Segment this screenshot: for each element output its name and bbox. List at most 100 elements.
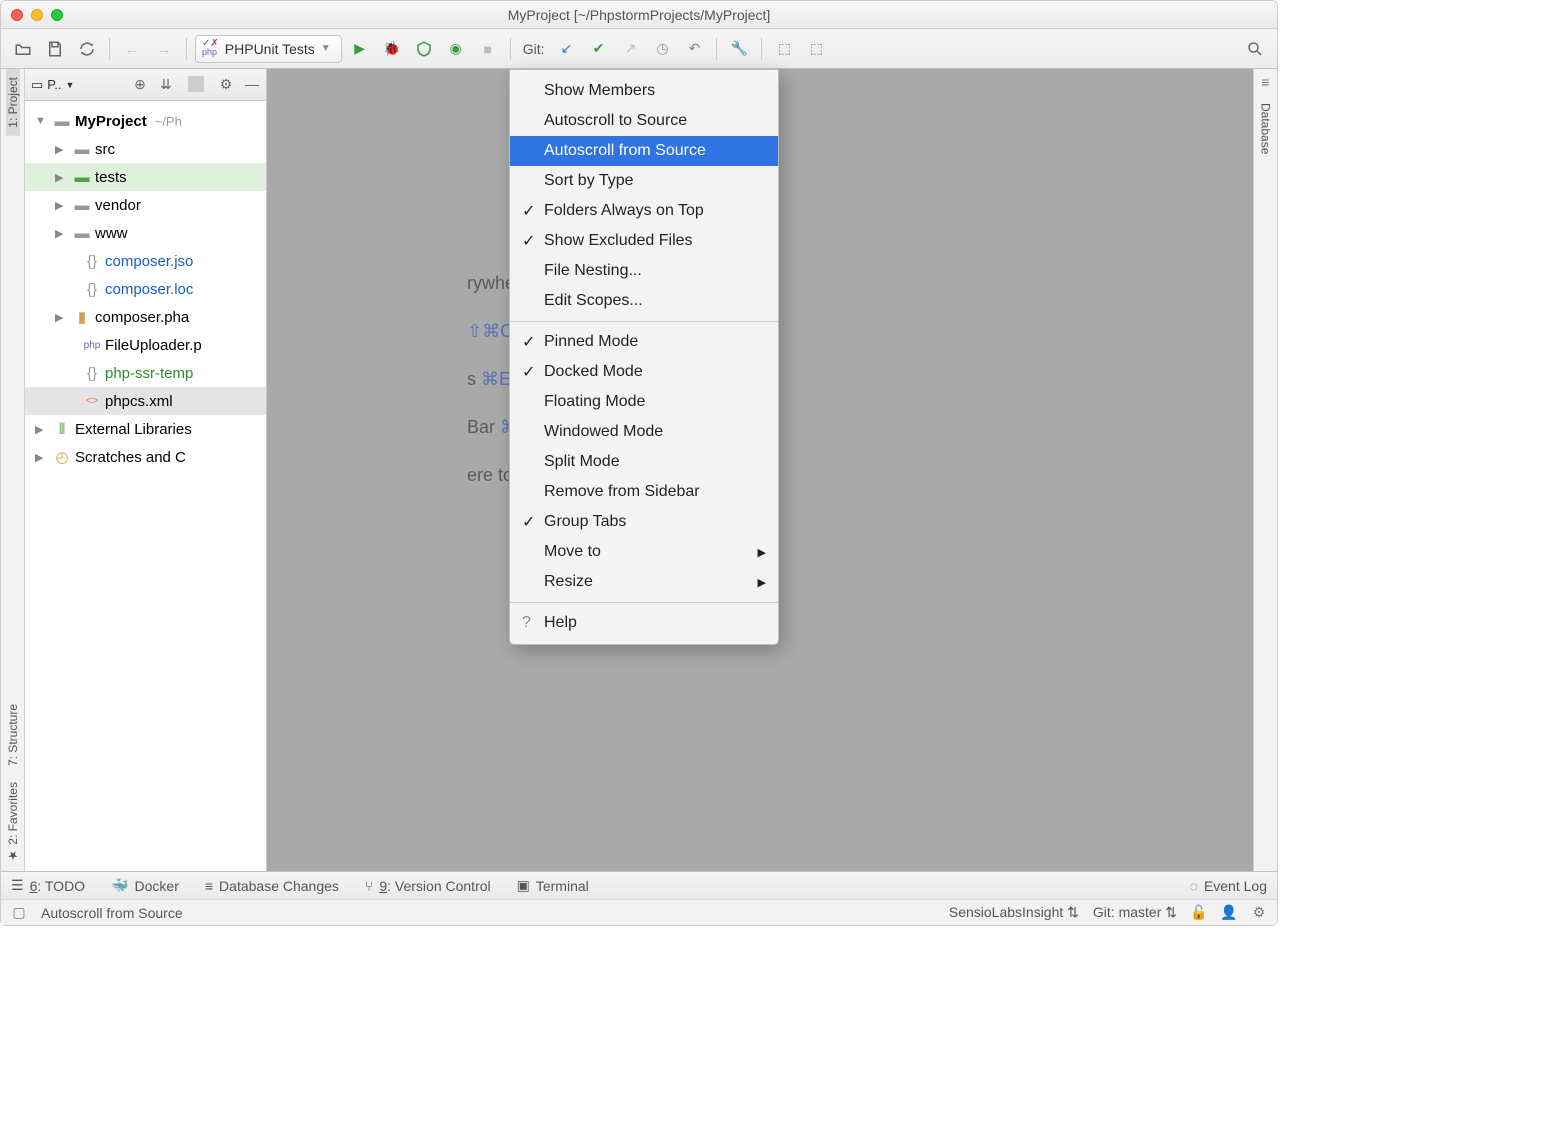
settings-icon[interactable]: 🔧 (725, 35, 753, 63)
tree-folder-tests[interactable]: ▶▬tests (25, 163, 266, 191)
tab-todo[interactable]: ☰6: TODO (11, 877, 85, 894)
editor-empty-area[interactable]: rywhere Double ⇧ ⇧⌘O s ⌘E Bar ⌘↑ ere to … (267, 69, 1253, 871)
menu-autoscroll-from-source[interactable]: Autoscroll from Source (510, 136, 778, 166)
structure-toolbar-icon-2[interactable]: ⬚ (802, 35, 830, 63)
chevron-right-icon[interactable]: ▶ (55, 171, 69, 184)
tree-file-phpcs[interactable]: <>phpcs.xml (25, 387, 266, 415)
main-toolbar: ← → ✓✗php PHPUnit Tests ▼ ▶ 🐞 ◉ ■ Git: ↙… (1, 29, 1277, 69)
menu-remove-sidebar[interactable]: Remove from Sidebar (510, 477, 778, 507)
folder-icon: ▬ (73, 140, 91, 158)
run-config-selector[interactable]: ✓✗php PHPUnit Tests ▼ (195, 35, 342, 63)
lock-icon[interactable]: 🔓 (1191, 905, 1207, 921)
forward-icon[interactable]: → (150, 35, 178, 63)
menu-show-members[interactable]: Show Members (510, 76, 778, 106)
search-icon[interactable] (1241, 35, 1269, 63)
structure-toolbar-icon[interactable]: ⬚ (770, 35, 798, 63)
profile-icon[interactable]: ◉ (442, 35, 470, 63)
menu-group-tabs[interactable]: Group Tabs (510, 507, 778, 537)
window-title: MyProject [~/PhpstormProjects/MyProject] (1, 7, 1277, 23)
chevron-right-icon[interactable]: ▶ (55, 227, 69, 240)
git-label: Git: (523, 41, 545, 57)
tab-version-control[interactable]: ⑂9: Version Control (365, 878, 491, 894)
tab-event-log[interactable]: ◌Event Log (1190, 878, 1267, 894)
back-icon[interactable]: ← (118, 35, 146, 63)
chevron-right-icon[interactable]: ▶ (55, 311, 69, 324)
php-file-icon: php (83, 336, 101, 354)
menu-autoscroll-to-source[interactable]: Autoscroll to Source (510, 106, 778, 136)
menu-windowed-mode[interactable]: Windowed Mode (510, 417, 778, 447)
tree-folder-src[interactable]: ▶▬src (25, 135, 266, 163)
git-pull-icon[interactable]: ↙ (552, 35, 580, 63)
tree-label: MyProject (75, 113, 147, 130)
status-sensio[interactable]: SensioLabsInsight ⇅ (949, 904, 1079, 921)
coverage-icon[interactable] (410, 35, 438, 63)
tool-windows-icon[interactable]: ▢ (11, 905, 27, 921)
status-bar: ▢ Autoscroll from Source SensioLabsInsig… (1, 899, 1277, 925)
chevron-right-icon[interactable]: ▶ (55, 199, 69, 212)
target-icon[interactable]: ⊕ (132, 76, 148, 93)
tree-folder-www[interactable]: ▶▬www (25, 219, 266, 247)
stop-icon[interactable]: ■ (474, 35, 502, 63)
menu-edit-scopes[interactable]: Edit Scopes... (510, 286, 778, 316)
tree-file-fileuploader[interactable]: phpFileUploader.p (25, 331, 266, 359)
hide-icon[interactable]: — (244, 76, 260, 93)
inspector-icon[interactable]: 👤 (1221, 905, 1237, 921)
chevron-down-icon[interactable]: ▼ (35, 115, 49, 127)
tree-file-composer-lock[interactable]: {}composer.loc (25, 275, 266, 303)
gutter-tab-favorites[interactable]: ★ 2: Favorites (6, 774, 20, 871)
menu-pinned-mode[interactable]: Pinned Mode (510, 327, 778, 357)
json-file-icon: {} (83, 280, 101, 298)
git-push-icon[interactable]: ↗ (616, 35, 644, 63)
tree-file-composer-json[interactable]: {}composer.jso (25, 247, 266, 275)
run-icon[interactable]: ▶ (346, 35, 374, 63)
save-icon[interactable] (41, 35, 69, 63)
run-config-label: PHPUnit Tests (225, 41, 315, 57)
project-tree[interactable]: ▼ ▬ MyProject ~/Ph ▶▬src ▶▬tests ▶▬vendo… (25, 101, 266, 871)
status-git-branch[interactable]: Git: master ⇅ (1093, 904, 1177, 921)
sync-icon[interactable] (73, 35, 101, 63)
menu-move-to[interactable]: Move to (510, 537, 778, 567)
menu-show-excluded[interactable]: Show Excluded Files (510, 226, 778, 256)
phpunit-icon: ✓✗php (202, 40, 219, 57)
archive-icon: ▮ (73, 308, 91, 326)
tree-folder-vendor[interactable]: ▶▬vendor (25, 191, 266, 219)
gear-icon[interactable]: ⚙ (218, 76, 234, 93)
status-hint: Autoscroll from Source (41, 905, 183, 921)
undo-icon[interactable]: ↶ (680, 35, 708, 63)
tree-file-php-ssr[interactable]: {}php-ssr-temp (25, 359, 266, 387)
separator (109, 38, 110, 60)
tree-file-composer-phar[interactable]: ▶▮composer.pha (25, 303, 266, 331)
menu-docked-mode[interactable]: Docked Mode (510, 357, 778, 387)
collapse-icon[interactable]: ⇊ (158, 76, 174, 93)
tree-root[interactable]: ▼ ▬ MyProject ~/Ph (25, 107, 266, 135)
tree-external-libraries[interactable]: ▶⦀External Libraries (25, 415, 266, 443)
docker-icon: 🐳 (111, 877, 128, 894)
gutter-tab-database[interactable]: Database (1259, 95, 1273, 162)
project-view-selector[interactable]: ▭ P.. ▼ (31, 77, 74, 93)
chevron-right-icon[interactable]: ▶ (35, 423, 49, 436)
bottom-tool-tabs: ☰6: TODO 🐳Docker ≡Database Changes ⑂9: V… (1, 871, 1277, 899)
menu-folders-on-top[interactable]: Folders Always on Top (510, 196, 778, 226)
tab-database-changes[interactable]: ≡Database Changes (205, 878, 339, 894)
gear-icon[interactable]: ⚙ (1251, 905, 1267, 921)
menu-split-mode[interactable]: Split Mode (510, 447, 778, 477)
chevron-right-icon[interactable]: ▶ (55, 143, 69, 156)
left-gutter: 1: Project 7: Structure ★ 2: Favorites (1, 69, 25, 871)
debug-icon[interactable]: 🐞 (378, 35, 406, 63)
tree-scratches[interactable]: ▶◴Scratches and C (25, 443, 266, 471)
tab-terminal[interactable]: ▣Terminal (517, 877, 589, 894)
menu-sort-by-type[interactable]: Sort by Type (510, 166, 778, 196)
chevron-right-icon[interactable]: ▶ (35, 451, 49, 464)
gutter-tab-project[interactable]: 1: Project (6, 69, 20, 136)
tab-docker[interactable]: 🐳Docker (111, 877, 179, 894)
menu-floating-mode[interactable]: Floating Mode (510, 387, 778, 417)
git-commit-icon[interactable]: ✔ (584, 35, 612, 63)
separator (188, 76, 204, 92)
git-history-icon[interactable]: ◷ (648, 35, 676, 63)
xml-file-icon: <> (83, 392, 101, 410)
menu-file-nesting[interactable]: File Nesting... (510, 256, 778, 286)
open-icon[interactable] (9, 35, 37, 63)
gutter-tab-structure[interactable]: 7: Structure (6, 696, 20, 774)
menu-help[interactable]: Help (510, 608, 778, 638)
menu-resize[interactable]: Resize (510, 567, 778, 597)
